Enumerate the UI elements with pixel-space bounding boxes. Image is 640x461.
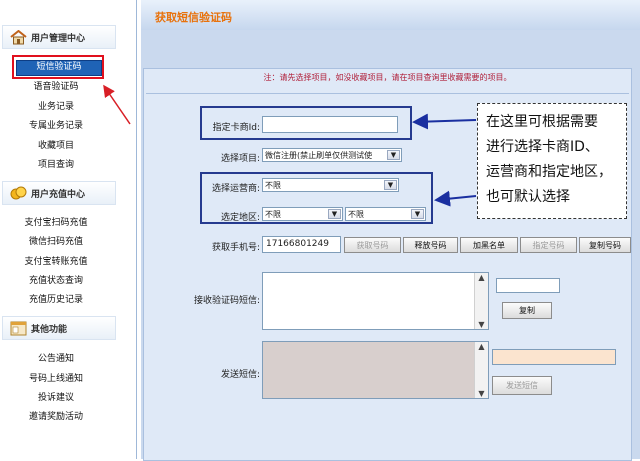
scroll-down-icon[interactable]: ▼	[478, 320, 484, 329]
chevron-down-icon[interactable]: ▼	[328, 209, 341, 219]
operator-label: 选择运营商:	[211, 184, 260, 194]
region-select-city[interactable]: 不限 ▼	[345, 207, 426, 221]
sidebar-item-number-online[interactable]: 号码上线通知	[0, 373, 112, 385]
region-select-province[interactable]: 不限 ▼	[262, 207, 343, 221]
sidebar-item-complaints[interactable]: 投诉建议	[0, 392, 112, 404]
region-select-value: 不限	[348, 210, 364, 219]
project-label: 选择项目:	[220, 154, 260, 164]
sidebar-item-project-search[interactable]: 项目查询	[0, 159, 112, 171]
get-number-button[interactable]: 获取号码	[344, 237, 401, 253]
sidebar-item-recharge-history[interactable]: 充值历史记录	[0, 294, 112, 306]
project-select[interactable]: 微信注册(禁止刷单仅供测试使 ▼	[262, 148, 402, 162]
scroll-up-icon[interactable]: ▲	[478, 273, 484, 282]
chevron-down-icon[interactable]: ▼	[387, 150, 400, 160]
page-header: 获取短信验证码	[141, 0, 640, 30]
sidebar-item-alipay-qr[interactable]: 支付宝扫码充值	[0, 217, 112, 229]
section-title: 用户管理中心	[31, 33, 86, 44]
send-sms-label: 发送短信:	[220, 370, 260, 380]
sidebar-item-voice-code[interactable]: 语音验证码	[0, 81, 112, 93]
annotation-callout: 在这里可根据需要 进行选择卡商ID、 运营商和指定地区， 也可默认选择	[477, 103, 627, 219]
carrier-id-label: 指定卡商Id:	[212, 123, 260, 133]
phone-label: 获取手机号:	[211, 243, 260, 253]
sidebar-item-favorites[interactable]: 收藏项目	[0, 140, 112, 152]
divider	[146, 93, 629, 94]
notice-text: 注：请先选择项目，如没收藏项目，请在项目查询里收藏需要的项目。	[263, 73, 512, 82]
house-icon	[9, 29, 27, 45]
send-sms-button[interactable]: 发送短信	[492, 376, 552, 395]
sms-textarea[interactable]: ▲ ▼	[262, 272, 489, 330]
coins-icon	[9, 185, 27, 201]
region-label: 选定地区:	[220, 213, 260, 223]
chevron-down-icon[interactable]: ▼	[384, 180, 397, 190]
sms-label: 接收验证码短信:	[193, 296, 260, 306]
section-title: 其他功能	[31, 324, 68, 335]
project-select-value: 微信注册(禁止刷单仅供测试使	[265, 151, 373, 160]
operator-select-value: 不限	[265, 181, 281, 190]
scroll-up-icon[interactable]: ▲	[478, 342, 484, 351]
phone-input[interactable]: 17166801249	[262, 236, 341, 253]
callout-line: 运营商和指定地区，	[486, 164, 612, 180]
sidebar-item-wechat-qr[interactable]: 微信扫码充值	[0, 236, 112, 248]
section-title: 用户充值中心	[31, 189, 86, 200]
assign-number-button[interactable]: 指定号码	[520, 237, 577, 253]
scroll-down-icon[interactable]: ▼	[478, 389, 484, 398]
sidebar-item-recharge-status[interactable]: 充值状态查询	[0, 275, 112, 287]
region-select-value: 不限	[265, 210, 281, 219]
section-header-recharge[interactable]: 用户充值中心	[2, 181, 116, 205]
scrollbar[interactable]: ▲ ▼	[474, 273, 488, 329]
blacklist-button[interactable]: 加黑名单	[460, 237, 518, 253]
callout-line: 也可默认选择	[486, 189, 570, 205]
sidebar-item-announcements[interactable]: 公告通知	[0, 353, 112, 365]
sidebar-item-exclusive-records[interactable]: 专属业务记录	[0, 120, 112, 132]
chevron-down-icon[interactable]: ▼	[411, 209, 424, 219]
carrier-id-input[interactable]	[262, 116, 398, 133]
copy-code-button[interactable]: 复制	[502, 302, 552, 319]
release-number-button[interactable]: 释放号码	[403, 237, 458, 253]
main-content: 获取短信验证码 注：请先选择项目，如没收藏项目，请在项目查询里收藏需要的项目。 …	[141, 0, 640, 461]
callout-line: 在这里可根据需要	[486, 114, 598, 130]
highlight-box	[12, 55, 104, 79]
send-sms-textarea[interactable]: ▲ ▼	[262, 341, 489, 399]
section-header-other[interactable]: 其他功能	[2, 316, 116, 340]
code-input[interactable]	[496, 278, 560, 293]
sidebar-item-alipay-transfer[interactable]: 支付宝转账充值	[0, 256, 112, 268]
sidebar-item-business-records[interactable]: 业务记录	[0, 101, 112, 113]
sidebar-item-invite-rewards[interactable]: 邀请奖励活动	[0, 411, 112, 423]
copy-number-button[interactable]: 复制号码	[579, 237, 631, 253]
callout-line: 进行选择卡商ID、	[486, 139, 599, 155]
window-icon	[9, 320, 27, 336]
scrollbar[interactable]: ▲ ▼	[474, 342, 488, 398]
page-title: 获取短信验证码	[155, 11, 232, 24]
section-header-user-management[interactable]: 用户管理中心	[2, 25, 116, 49]
operator-select[interactable]: 不限 ▼	[262, 178, 399, 192]
send-target-input[interactable]	[492, 349, 616, 365]
